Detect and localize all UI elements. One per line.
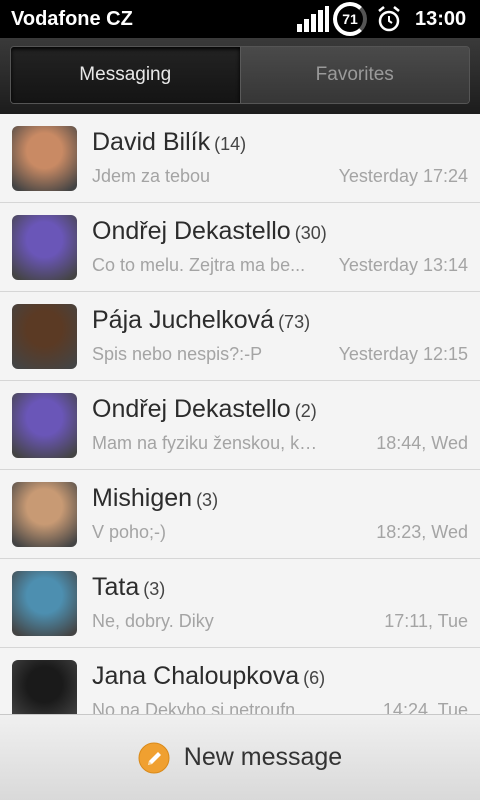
tab-favorites[interactable]: Favorites	[239, 47, 469, 103]
contact-name: Jana Chaloupkova	[92, 662, 300, 690]
name-line: Pája Juchelková (73)	[92, 306, 310, 335]
conversation-list[interactable]: David Bilík (14) Jdem za tebou Yesterday 17…	[0, 114, 480, 714]
message-preview: Spis nebo nespis?:-P	[92, 344, 263, 364]
message-count: (30)	[294, 223, 327, 243]
conversation-row[interactable]: David Bilík (14) Jdem za tebou Yesterday 17…	[0, 114, 480, 203]
message-time: 18:23, Wed	[376, 522, 468, 542]
avatar[interactable]	[12, 304, 77, 369]
new-message-label: New message	[183, 743, 343, 771]
message-preview: Jdem za tebou	[92, 166, 211, 186]
message-time: 18:44, Wed	[376, 433, 468, 453]
conversation-row[interactable]: Ondřej Dekastello (2) Mam na fyziku žensko…	[0, 381, 480, 470]
conversation-row[interactable]: Ondřej Dekastello (30) Co to melu. Zejtra …	[0, 203, 480, 292]
conversation-row[interactable]: Tata (3) Ne, dobry. Diky 17:11, Tue	[0, 559, 480, 648]
message-preview: Mam na fyziku ženskou, který...	[92, 433, 322, 453]
message-count: (3)	[196, 490, 219, 510]
message-count: (14)	[214, 134, 247, 154]
avatar[interactable]	[12, 215, 77, 280]
message-count: (6)	[303, 668, 326, 688]
contact-name: David Bilík	[92, 128, 211, 156]
message-preview: Co to melu. Zejtra ma be...	[92, 255, 306, 275]
conversation-row[interactable]: Pája Juchelková (73) Spis nebo nespis?:-P Y…	[0, 292, 480, 381]
name-line: Ondřej Dekastello (2)	[92, 395, 317, 424]
tab-messaging[interactable]: Messaging	[11, 47, 240, 103]
message-time: Yesterday 12:15	[338, 344, 468, 364]
message-preview: V poho;-)	[92, 522, 167, 542]
conversation-row[interactable]: Jana Chaloupkova (6) No na Dekyho si netro…	[0, 648, 480, 714]
message-preview: Ne, dobry. Diky	[92, 611, 214, 631]
name-line: Jana Chaloupkova (6)	[92, 662, 325, 691]
contact-name: Ondřej Dekastello	[92, 217, 291, 245]
tab-header: Messaging Favorites	[0, 38, 480, 114]
message-time: Yesterday 13:14	[338, 255, 468, 275]
contact-name: Ondřej Dekastello	[92, 395, 291, 423]
message-count: (2)	[294, 401, 317, 421]
message-count: (73)	[278, 312, 311, 332]
name-line: David Bilík (14)	[92, 128, 246, 157]
avatar[interactable]	[12, 393, 77, 458]
name-line: Mishigen (3)	[92, 484, 218, 513]
avatar[interactable]	[12, 482, 77, 547]
avatar[interactable]	[12, 571, 77, 636]
carrier-name: Vodafone CZ	[11, 8, 133, 30]
conversation-row[interactable]: Mishigen (3) V poho;-) 18:23, Wed	[0, 470, 480, 559]
tab-label: Messaging	[79, 64, 172, 85]
clock: 13:00	[415, 8, 467, 30]
alarm-icon	[378, 6, 400, 32]
pencil-icon	[138, 742, 170, 773]
message-count: (3)	[143, 579, 166, 599]
message-preview: No na Dekyho si netroufnes :) ...	[92, 700, 322, 714]
contact-name: Tata	[92, 573, 140, 601]
battery-icon: 71	[333, 2, 367, 36]
new-message-button[interactable]: New message	[0, 714, 480, 800]
status-bar: Vodafone CZ 71 13:00	[0, 0, 480, 38]
contact-name: Pája Juchelková	[92, 306, 275, 334]
battery-level: 71	[342, 11, 358, 27]
avatar[interactable]	[12, 126, 77, 191]
message-time: 17:11, Tue	[384, 611, 468, 631]
message-time: 14:24, Tue	[382, 700, 468, 714]
name-line: Ondřej Dekastello (30)	[92, 217, 327, 246]
tab-label: Favorites	[315, 64, 394, 85]
message-time: Yesterday 17:24	[338, 166, 468, 186]
tab-bar: Messaging Favorites	[10, 46, 470, 104]
avatar[interactable]	[12, 660, 77, 714]
name-line: Tata (3)	[92, 573, 165, 602]
signal-icon	[297, 6, 329, 32]
contact-name: Mishigen	[92, 484, 193, 512]
